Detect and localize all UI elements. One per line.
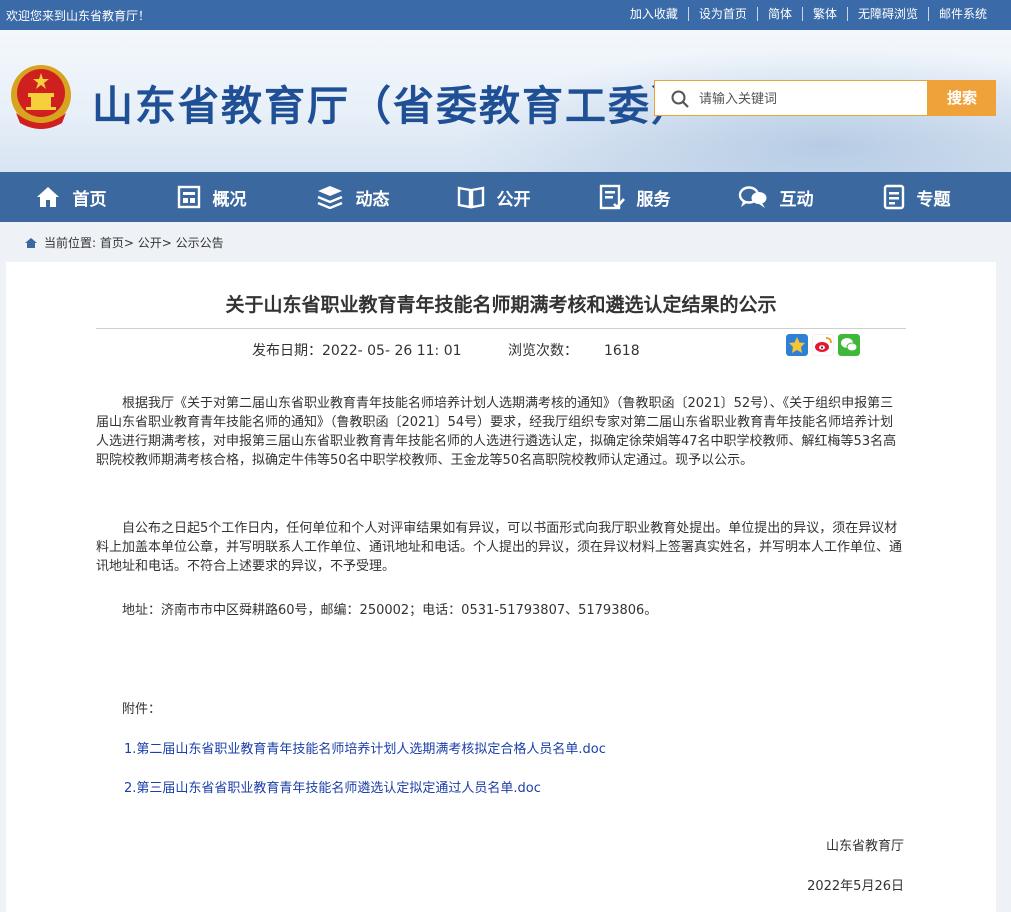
search-box[interactable] — [654, 80, 928, 116]
national-emblem-icon — [11, 65, 71, 129]
welcome-text: 欢迎您来到山东省教育厅！ — [6, 9, 151, 23]
weibo-share-icon[interactable] — [812, 334, 834, 356]
paragraph: 根据我厅《关于对第二届山东省职业教育青年技能名师培养计划人选期满考核的通知》（鲁… — [96, 396, 897, 468]
article-title: 关于山东省职业教育青年技能名师期满考核和遴选认定结果的公示 — [225, 294, 777, 316]
views-label: 浏览次数： — [507, 343, 578, 359]
book-icon — [457, 186, 484, 209]
nav-label: 专题 — [916, 189, 951, 210]
add-favorite-link[interactable]: 加入收藏 — [620, 7, 688, 21]
title-divider — [96, 328, 906, 329]
address-paragraph: 地址：济南市市中区舜耕路60号，邮编：250002；电话：0531-517938… — [122, 603, 658, 618]
nav-item-overview[interactable]: 概况 — [141, 172, 282, 222]
qzone-share-icon[interactable] — [786, 334, 808, 356]
simplified-chinese-link[interactable]: 简体 — [756, 7, 802, 21]
chat-icon — [738, 186, 766, 208]
set-homepage-link[interactable]: 设为首页 — [687, 7, 757, 21]
nav-label: 首页 — [72, 189, 107, 210]
attachment-link[interactable]: 2.第三届山东省省职业教育青年技能名师遴选认定拟定通过人员名单.doc — [124, 779, 904, 798]
signature-organization: 山东省教育厅 — [825, 839, 904, 854]
paragraph: 自公布之日起5个工作日内，任何单位和个人对评审结果如有异议，可以书面形式向我厅职… — [96, 521, 903, 574]
wechat-share-icon[interactable] — [838, 334, 860, 356]
site-header: 山东省教育厅（省委教育工委） 搜索 — [0, 30, 1011, 172]
nav-label: 公开 — [496, 189, 531, 210]
nav-item-interact[interactable]: 互动 — [705, 172, 846, 222]
location-icon — [25, 237, 37, 248]
search-button[interactable]: 搜索 — [928, 80, 996, 116]
search-icon — [671, 90, 689, 108]
article-meta: 发布日期：2022- 05- 26 11: 01 浏览次数： 1618 — [252, 340, 640, 360]
traditional-chinese-link[interactable]: 繁体 — [801, 7, 847, 21]
nav-item-home[interactable]: 首页 — [0, 172, 141, 222]
search-area: 搜索 — [654, 80, 996, 116]
nav-label: 动态 — [355, 189, 390, 210]
attachment-link[interactable]: 1.第二届山东省职业教育青年技能名师培养计划人选期满考核拟定合格人员名单.doc — [124, 740, 904, 759]
search-input[interactable] — [699, 89, 919, 109]
attachments-label: 附件： — [122, 702, 162, 717]
nav-item-news[interactable]: 动态 — [282, 172, 423, 222]
service-icon — [599, 184, 625, 210]
accessibility-link[interactable]: 无障碍浏览 — [846, 7, 928, 21]
breadcrumb-text: 当前位置: 首页> 公开> 公示公告 — [44, 236, 224, 250]
top-bar: 欢迎您来到山东省教育厅！ 加入收藏 设为首页 简体 繁体 无障碍浏览 邮件系统 — [0, 0, 1011, 30]
nav-item-public[interactable]: 公开 — [423, 172, 564, 222]
topic-icon — [883, 184, 904, 210]
breadcrumb: 当前位置: 首页> 公开> 公示公告 — [24, 234, 224, 251]
publish-date: 2022- 05- 26 11: 01 — [322, 343, 462, 359]
main-nav: 首页 概况 动态 公开 服务 互动 专题 — [0, 172, 1011, 222]
share-buttons — [786, 334, 864, 356]
article-container: 关于山东省职业教育青年技能名师期满考核和遴选认定结果的公示 发布日期：2022-… — [6, 262, 996, 912]
nav-label: 互动 — [779, 189, 814, 210]
nav-label: 服务 — [636, 189, 671, 210]
news-icon — [317, 186, 342, 209]
nav-label: 概况 — [212, 189, 247, 210]
mail-system-link[interactable]: 邮件系统 — [927, 7, 997, 21]
nav-item-service[interactable]: 服务 — [564, 172, 705, 222]
publish-label: 发布日期： — [252, 343, 322, 359]
overview-icon — [177, 185, 200, 209]
home-icon — [36, 187, 59, 207]
nav-item-topic[interactable]: 专题 — [846, 172, 987, 222]
site-title: 山东省教育厅（省委教育工委） — [92, 82, 694, 130]
views-count: 1618 — [603, 343, 640, 359]
signature-date: 2022年5月26日 — [807, 879, 904, 894]
top-links: 加入收藏 设为首页 简体 繁体 无障碍浏览 邮件系统 — [620, 7, 997, 21]
